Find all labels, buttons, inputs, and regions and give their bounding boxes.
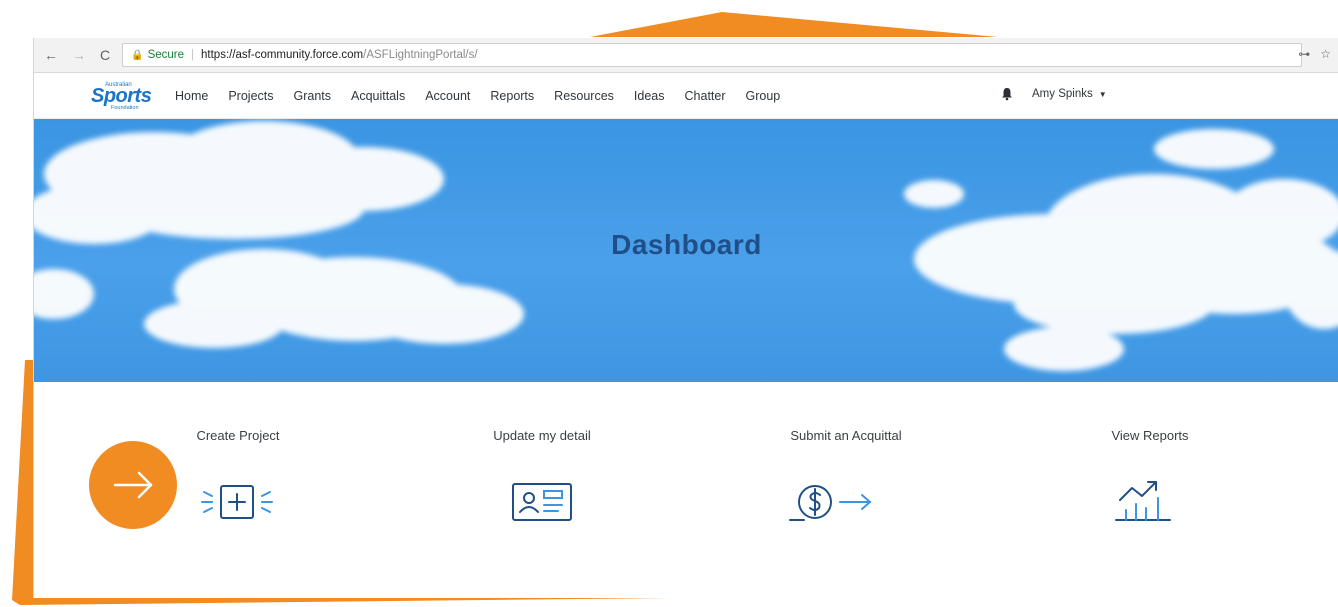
back-icon[interactable]: ← [44, 47, 58, 63]
browser-window: ← → C 🔒 Secure | https://asf-community.f… [33, 38, 1338, 598]
url-input[interactable]: 🔒 Secure | https://asf-community.force.c… [122, 43, 1303, 67]
nav-home[interactable]: Home [175, 89, 208, 103]
arrow-right-icon [113, 471, 153, 499]
reload-icon[interactable]: C [100, 47, 110, 63]
dashboard-hero: Dashboard [34, 119, 1338, 382]
nav-grants[interactable]: Grants [294, 89, 332, 103]
nav-resources[interactable]: Resources [554, 89, 614, 103]
view-reports-label: View Reports [1111, 428, 1189, 443]
dollar-arrow-icon [789, 485, 872, 521]
submit-acquittal-label: Submit an Acquittal [790, 428, 902, 443]
highlight-arrow-badge [89, 441, 177, 529]
lock-icon: 🔒 [131, 49, 144, 61]
update-detail-action[interactable]: Update my detail [412, 382, 672, 521]
logo-bottom-text: Foundation [111, 104, 139, 111]
main-nav: Home Projects Grants Acquittals Account … [175, 89, 800, 103]
browser-address-bar: ← → C 🔒 Secure | https://asf-community.f… [34, 38, 1338, 73]
nav-reports[interactable]: Reports [490, 89, 534, 103]
nav-projects[interactable]: Projects [228, 89, 273, 103]
user-menu[interactable]: Amy Spinks ▼ [1000, 87, 1107, 101]
quick-actions: Create Project Update my detail Submit a… [34, 382, 1338, 582]
nav-acquittals[interactable]: Acquittals [351, 89, 405, 103]
secure-label: Secure [147, 49, 185, 61]
key-icon[interactable]: ⊶ [1298, 47, 1310, 61]
forward-icon[interactable]: → [72, 47, 86, 63]
nav-group[interactable]: Group [746, 89, 781, 103]
nav-ideas[interactable]: Ideas [634, 89, 665, 103]
sports-foundation-logo[interactable]: Australian Sports Foundation [89, 79, 152, 113]
url-separator: | [191, 49, 195, 61]
nav-chatter[interactable]: Chatter [685, 89, 726, 103]
contact-card-icon [512, 483, 572, 521]
update-detail-label: Update my detail [493, 428, 591, 443]
bell-icon[interactable] [1000, 87, 1014, 101]
url-path: /ASFLightningPortal/s/ [363, 49, 478, 61]
page-title: Dashboard [611, 229, 762, 260]
browser-actions: ⊶ ☆ [1298, 47, 1331, 61]
star-icon[interactable]: ☆ [1320, 47, 1331, 61]
submit-acquittal-action[interactable]: Submit an Acquittal [716, 382, 976, 521]
view-reports-action[interactable]: View Reports [1020, 382, 1280, 521]
chevron-down-icon: ▼ [1098, 89, 1107, 99]
create-project-action[interactable]: Create Project [108, 382, 368, 519]
site-header: Australian Sports Foundation Home Projec… [34, 73, 1338, 119]
url-host: https://asf-community.force.com [201, 49, 364, 61]
nav-account[interactable]: Account [425, 89, 470, 103]
trend-chart-icon [1115, 481, 1171, 521]
user-name: Amy Spinks [1032, 88, 1093, 100]
browser-nav-buttons: ← → C [44, 47, 110, 63]
